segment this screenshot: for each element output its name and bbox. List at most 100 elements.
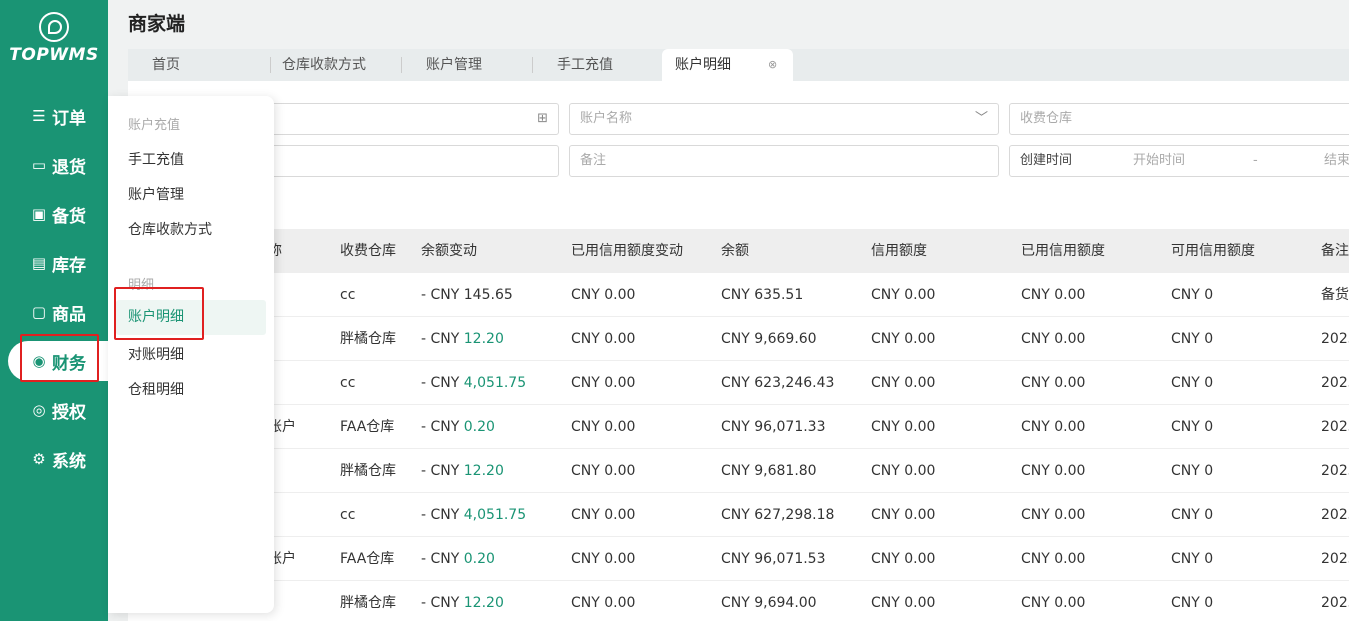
amount-value: 12.20 <box>463 463 504 479</box>
cell-used-credit-change: CNY 0.00 <box>571 419 636 435</box>
tab-divider <box>270 57 271 73</box>
amount-value: 4,051.75 <box>463 507 527 523</box>
cell-available-credit: CNY 0 <box>1171 463 1214 479</box>
account-name-select[interactable]: 账户名称 ﹀ <box>569 103 999 135</box>
cell-remark: 2025 <box>1321 463 1349 479</box>
start-time-input[interactable]: 开始时间 <box>1133 146 1185 176</box>
nav-item-label: 备货 <box>52 206 86 227</box>
nav-item-2[interactable]: ▣ 备货 <box>0 194 108 234</box>
cell-remark: 2025 <box>1321 507 1349 523</box>
table-row[interactable]: 胖橘仓库 - CNY 12.20 CNY 0.00 CNY 9,669.60 CNY 0… <box>128 317 1349 361</box>
column-header-balance: 余额 <box>721 243 749 259</box>
cell-balance-change: - CNY 145.65 <box>421 273 513 317</box>
cell-available-credit: CNY 0 <box>1171 595 1214 611</box>
warehouse-select[interactable]: 收费仓库 <box>1009 103 1349 135</box>
cell-used-credit: CNY 0.00 <box>1021 287 1086 303</box>
submenu-item-warehouse-payment[interactable]: 仓库收款方式 <box>128 219 212 239</box>
table-header: 称 收费仓库 余额变动 已用信用额度变动 余额 信用额度 已用信用额度 可用信用… <box>128 229 1349 273</box>
tab-divider <box>532 57 533 73</box>
table-row[interactable]: 账户 FAA仓库 - CNY 0.20 CNY 0.00 CNY 96,071.33 CN… <box>128 405 1349 449</box>
cell-used-credit-change: CNY 0.00 <box>571 551 636 567</box>
return-icon: ▭ <box>31 155 47 174</box>
nav-item-0[interactable]: ☰ 订单 <box>0 96 108 136</box>
cell-remark: 2025 <box>1321 419 1349 435</box>
column-header-remark: 备注 <box>1321 243 1349 259</box>
cell-balance: CNY 623,246.43 <box>721 375 835 391</box>
amount-prefix: - CNY <box>421 463 460 479</box>
cell-balance: CNY 96,071.53 <box>721 551 826 567</box>
nav-item-7[interactable]: ⚙ 系统 <box>0 439 108 479</box>
table-row[interactable]: cc - CNY 4,051.75 CNY 0.00 CNY 623,246.43 CN… <box>128 361 1349 405</box>
highlight-box-account-details <box>114 287 204 340</box>
tab-account-management[interactable]: 账户管理 <box>426 49 482 81</box>
cell-credit: CNY 0.00 <box>871 463 936 479</box>
table-row[interactable]: 胖橘仓库 - CNY 12.20 CNY 0.00 CNY 9,681.80 CNY 0… <box>128 449 1349 493</box>
cell-available-credit: CNY 0 <box>1171 331 1214 347</box>
cell-used-credit: CNY 0.00 <box>1021 507 1086 523</box>
cell-balance-change: - CNY 12.20 <box>421 317 504 361</box>
cell-balance: CNY 627,298.18 <box>721 507 835 523</box>
tab-manual-recharge[interactable]: 手工充值 <box>557 49 613 81</box>
amount-value: 12.20 <box>463 595 504 611</box>
amount-prefix: - CNY <box>421 507 460 523</box>
table-row[interactable]: 胖橘仓库 - CNY 12.20 CNY 0.00 CNY 9,694.00 CNY 0… <box>128 581 1349 621</box>
cell-remark: 2025 <box>1321 331 1349 347</box>
submenu-item-account-management[interactable]: 账户管理 <box>128 184 184 204</box>
cell-used-credit-change: CNY 0.00 <box>571 463 636 479</box>
nav-item-6[interactable]: ◎ 授权 <box>0 390 108 430</box>
chevron-down-icon: ﹀ <box>974 111 988 126</box>
table-row[interactable]: cc - CNY 4,051.75 CNY 0.00 CNY 627,298.18 CN… <box>128 493 1349 537</box>
account-name-placeholder: 账户名称 <box>580 111 633 126</box>
tab-warehouse-payment[interactable]: 仓库收款方式 <box>282 49 366 81</box>
tab-account-details[interactable]: 账户明细 ⊗ <box>662 49 793 81</box>
cell-remark: 备货 <box>1321 287 1349 303</box>
end-time-input[interactable]: 结束 <box>1324 146 1349 176</box>
cell-balance: CNY 9,669.60 <box>721 331 817 347</box>
cell-balance: CNY 9,681.80 <box>721 463 817 479</box>
cell-available-credit: CNY 0 <box>1171 287 1214 303</box>
submenu-item-reconciliation[interactable]: 对账明细 <box>128 344 184 364</box>
nav-item-4[interactable]: ▢ 商品 <box>0 292 108 332</box>
cell-warehouse: cc <box>340 375 356 391</box>
inventory-icon: ▤ <box>31 253 47 272</box>
created-time-label: 创建时间 <box>1020 153 1073 168</box>
nav-item-3[interactable]: ▤ 库存 <box>0 243 108 283</box>
filter-field-2[interactable] <box>258 145 559 177</box>
cell-balance: CNY 635.51 <box>721 287 804 303</box>
remark-input[interactable]: 备注 <box>569 145 999 177</box>
nav-item-label: 库存 <box>52 255 86 276</box>
cell-balance-change: - CNY 12.20 <box>421 581 504 621</box>
table-row[interactable]: cc - CNY 145.65 CNY 0.00 CNY 635.51 CNY 0.00… <box>128 273 1349 317</box>
amount-prefix: - CNY <box>421 331 460 347</box>
nav-item-label: 商品 <box>52 304 86 325</box>
range-separator: - <box>1253 153 1258 168</box>
finance-submenu: 账户充值 手工充值 账户管理 仓库收款方式 明细 账户明细 对账明细 仓租明细 <box>108 96 274 613</box>
cell-warehouse: 胖橘仓库 <box>340 331 396 347</box>
cell-credit: CNY 0.00 <box>871 551 936 567</box>
nav-item-1[interactable]: ▭ 退货 <box>0 145 108 185</box>
cell-warehouse: 胖橘仓库 <box>340 463 396 479</box>
cell-balance: CNY 96,071.33 <box>721 419 826 435</box>
sidebar: TOPWMS ☰ 订单 ▭ 退货 ▣ 备货 ▤ 库存 ▢ 商品 ◉ 财务 ◎ 授权 ⚙ 系统 <box>0 0 108 621</box>
amount-value: 0.20 <box>463 551 495 567</box>
table-row[interactable]: 账户 FAA仓库 - CNY 0.20 CNY 0.00 CNY 96,071.53 CN… <box>128 537 1349 581</box>
amount-prefix: - CNY <box>421 419 460 435</box>
submenu-item-storage-rent[interactable]: 仓租明细 <box>128 379 184 399</box>
amount-prefix: - CNY <box>421 595 460 611</box>
cell-credit: CNY 0.00 <box>871 375 936 391</box>
logo: TOPWMS <box>0 12 108 65</box>
cell-balance: CNY 9,694.00 <box>721 595 817 611</box>
filter-field-1[interactable]: ⊞ <box>258 103 559 135</box>
settings-icon: ⚙ <box>32 449 46 468</box>
plus-square-icon[interactable]: ⊞ <box>537 104 548 134</box>
cell-used-credit-change: CNY 0.00 <box>571 287 636 303</box>
cell-used-credit: CNY 0.00 <box>1021 595 1086 611</box>
cell-balance-change: - CNY 0.20 <box>421 537 495 581</box>
close-icon[interactable]: ⊗ <box>768 49 777 81</box>
amount-prefix: - CNY <box>421 287 460 303</box>
cell-credit: CNY 0.00 <box>871 331 936 347</box>
submenu-item-manual-recharge[interactable]: 手工充值 <box>128 149 184 169</box>
tab-home[interactable]: 首页 <box>152 49 180 81</box>
cell-used-credit: CNY 0.00 <box>1021 375 1086 391</box>
created-time-range[interactable]: 创建时间 开始时间 - 结束 <box>1009 145 1349 177</box>
